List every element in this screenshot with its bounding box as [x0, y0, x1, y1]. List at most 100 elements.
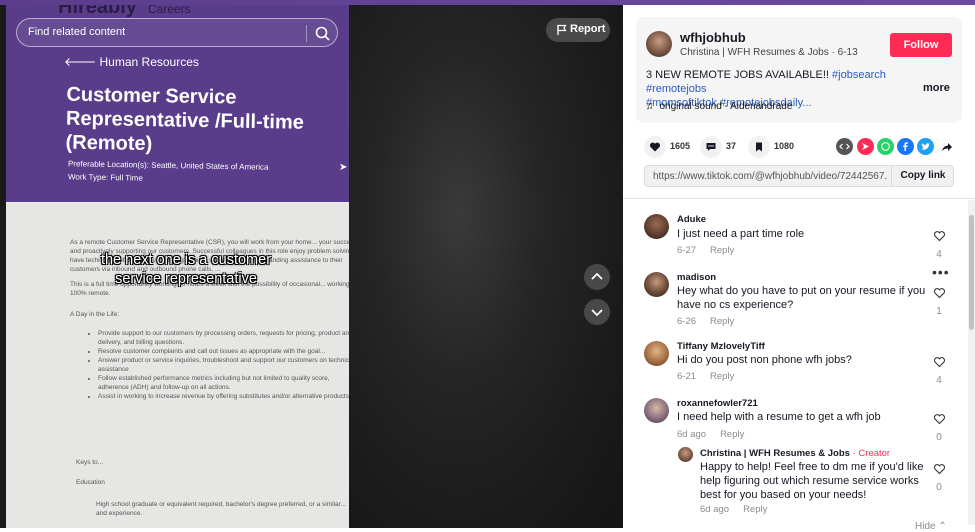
sound-name: original sound - Aidenandrade: [659, 101, 793, 112]
brand-logo-text: Hireably: [58, 5, 137, 18]
search-divider: [306, 25, 307, 42]
section-divider: [623, 198, 975, 199]
comment-like[interactable]: 0: [932, 412, 946, 443]
comment-username[interactable]: madison: [677, 272, 716, 283]
reply-button[interactable]: Reply: [710, 316, 734, 327]
search-input[interactable]: Find related content: [16, 18, 338, 47]
more-options-icon[interactable]: •••: [932, 264, 950, 280]
author-avatar[interactable]: [646, 31, 672, 57]
video-caption: the next one is a customer service repre…: [100, 252, 272, 287]
comment-date: 6d ago: [677, 429, 707, 440]
comment-text: Hey what do you have to put on your resu…: [677, 285, 926, 311]
comment-count: 37: [726, 141, 737, 151]
link-box: https://www.tiktok.com/@wfhjobhub/video/…: [644, 165, 954, 187]
comment-like[interactable]: 4: [932, 355, 946, 386]
twitter-icon[interactable]: [917, 138, 934, 155]
video-url[interactable]: https://www.tiktok.com/@wfhjobhub/video/…: [653, 171, 888, 182]
back-link-label: Human Resources: [99, 55, 199, 69]
scrollbar-thumb[interactable]: [969, 215, 974, 330]
chevron-up-icon: [591, 272, 603, 280]
doc-keys: Keys to...: [76, 459, 104, 466]
arrow-left-icon: 🡐: [64, 55, 100, 69]
comment-meta: 6-21 Reply: [677, 371, 734, 382]
bookmark-icon[interactable]: [748, 136, 770, 158]
creator-badge: · Creator: [849, 448, 891, 459]
more-link[interactable]: more: [923, 82, 950, 94]
comment-like[interactable]: 1: [932, 286, 946, 317]
send-to-friends-icon[interactable]: [857, 138, 874, 155]
comment-username[interactable]: roxannefowler721: [677, 398, 758, 409]
heart-outline-icon: [933, 231, 945, 242]
copy-link-button[interactable]: Copy link: [891, 166, 954, 186]
facebook-icon[interactable]: [897, 138, 914, 155]
search-placeholder: Find related content: [28, 26, 126, 38]
heart-icon[interactable]: [644, 136, 666, 158]
comment-like[interactable]: 4: [932, 229, 946, 260]
whatsapp-icon[interactable]: [877, 138, 894, 155]
back-link: 🡐 Human Resources: [64, 54, 199, 69]
author-username[interactable]: wfhjobhub: [680, 30, 746, 45]
commenter-avatar[interactable]: [644, 214, 669, 239]
job-work-type: Work Type: Full Time: [67, 172, 143, 183]
reply-button[interactable]: Reply: [710, 371, 734, 382]
comment-like-count: 4: [936, 375, 942, 386]
video-frame: Hireably Careers Find related content 🡐 …: [6, 5, 349, 528]
hide-replies-link[interactable]: Hide ⌃: [915, 521, 947, 532]
creator-reply-like[interactable]: 0: [932, 462, 946, 493]
doc-bullet: Answer product or service inquiries, tro…: [98, 356, 349, 374]
blurred-background: [349, 5, 623, 528]
engagement-bar: 1605 37 1080: [644, 136, 964, 158]
comment-username[interactable]: Tiffany MzlovelyTiff: [677, 341, 765, 352]
creator-username[interactable]: Christina | WFH Resumes & Jobs · Creator: [700, 448, 890, 459]
job-posting-header: Hireably Careers Find related content 🡐 …: [6, 5, 349, 202]
report-label: Report: [570, 23, 606, 35]
reply-button[interactable]: Reply: [743, 504, 767, 515]
commenter-avatar[interactable]: [644, 398, 669, 423]
doc-bullet: Provide support to our customers by proc…: [98, 329, 349, 347]
previous-video-button[interactable]: [584, 264, 610, 290]
creator-reply-text: Happy to help! Feel free to dm me if you…: [700, 461, 924, 501]
job-location: Preferable Location(s): Seattle, United …: [67, 159, 269, 172]
comment-meta: 6-26 Reply: [677, 316, 734, 327]
doc-hs: High school graduate or equivalent requi…: [96, 501, 346, 517]
doc-bullet: Assist in working to increase revenue by…: [98, 392, 349, 401]
report-button[interactable]: Report: [546, 18, 610, 42]
comment-text: I need help with a resume to get a wfh j…: [677, 411, 881, 423]
creator-reply-like-count: 0: [936, 482, 942, 493]
doc-day-heading: A Day in the Life:: [70, 311, 120, 318]
creator-reply-date: 6d ago: [700, 504, 730, 515]
commenter-avatar[interactable]: [644, 272, 669, 297]
reply-button[interactable]: Reply: [720, 429, 744, 440]
desc-text: 3 NEW REMOTE JOBS AVAILABLE!!: [646, 69, 833, 81]
comment-date: 6-21: [677, 371, 697, 382]
heart-outline-icon: [933, 288, 945, 299]
side-panel: wfhjobhub Christina | WFH Resumes & Jobs…: [623, 5, 975, 532]
doc-bullets: Provide support to our customers by proc…: [98, 329, 349, 401]
comment-meta: 6-27 Reply: [677, 245, 734, 256]
creator-reply-meta: 6d ago Reply: [700, 504, 767, 515]
video-player[interactable]: Hireably Careers Find related content 🡐 …: [0, 5, 623, 528]
creator-name: Christina | WFH Resumes & Jobs: [700, 448, 850, 459]
comment-like-count: 1: [936, 306, 942, 317]
comment-date: 6-26: [677, 316, 697, 327]
embed-icon[interactable]: [836, 138, 853, 155]
comment-date: 6-27: [677, 245, 697, 256]
heart-outline-icon: [933, 414, 945, 425]
creator-avatar[interactable]: [678, 447, 693, 462]
mouse-cursor-icon: ➤: [339, 162, 348, 173]
comment-like-count: 4: [936, 249, 942, 260]
brand-subtitle: Careers: [148, 5, 191, 16]
heart-outline-icon: [933, 357, 945, 368]
reply-button[interactable]: Reply: [710, 245, 734, 256]
commenter-avatar[interactable]: [644, 341, 669, 366]
sound-link[interactable]: ♫ original sound - Aidenandrade: [646, 101, 792, 112]
next-video-button[interactable]: [584, 299, 610, 325]
follow-button[interactable]: Follow: [890, 33, 952, 57]
chevron-down-icon: [591, 309, 603, 317]
comment-icon[interactable]: [700, 136, 722, 158]
comment-username[interactable]: Aduke: [677, 214, 706, 225]
comment-meta: 6d ago Reply: [677, 429, 744, 440]
share-arrow-icon[interactable]: [938, 138, 955, 155]
music-note-icon: ♫: [646, 101, 654, 112]
search-icon[interactable]: [314, 25, 332, 43]
